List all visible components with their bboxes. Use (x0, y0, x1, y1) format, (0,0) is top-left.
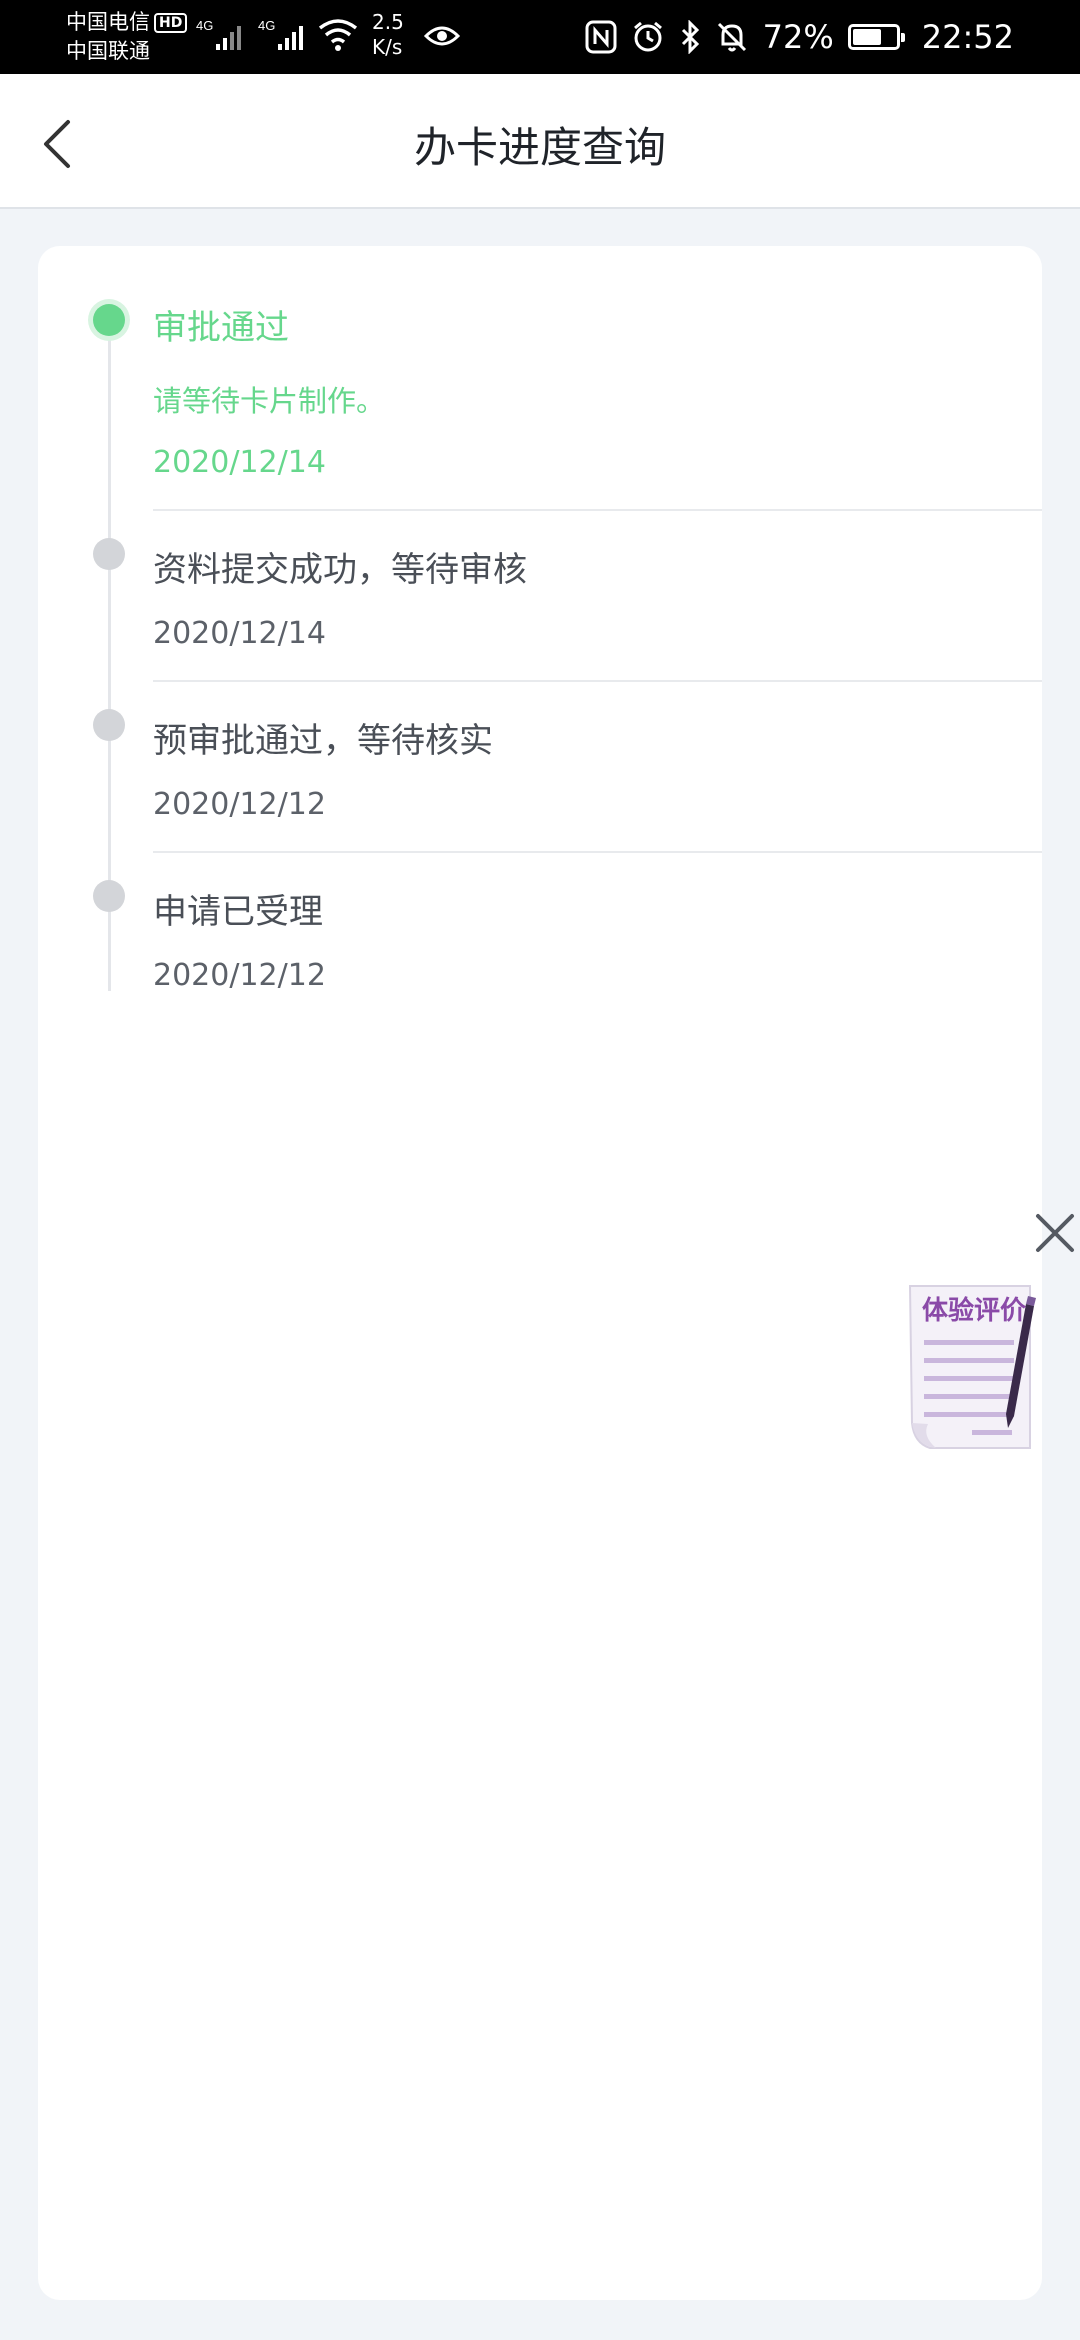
timeline-dot-active (93, 304, 125, 336)
signal-icon: 4G (258, 18, 303, 50)
step-title: 预审批通过，等待核实 (153, 721, 493, 761)
step-title: 资料提交成功，等待审核 (153, 550, 527, 590)
wifi-icon (318, 19, 358, 51)
hd-badge: HD (154, 13, 188, 33)
step-title: 审批通过 (153, 308, 289, 348)
signal-icon: 4G (196, 18, 241, 50)
step-date: 2020/12/12 (153, 958, 326, 993)
step-date: 2020/12/12 (153, 787, 326, 822)
timeline-dot (93, 709, 125, 741)
timeline-dot (93, 880, 125, 912)
svg-text:4G: 4G (196, 18, 213, 33)
bluetooth-icon (681, 20, 699, 54)
status-bar: 中国电信 HD 中国联通 4G 4G 2.5 K/s 72% 22:52 (0, 0, 1080, 74)
feedback-label: 体验评价 (922, 1296, 1027, 1326)
timeline-dot (93, 538, 125, 570)
carrier-1: 中国电信 (66, 10, 150, 34)
progress-card: 审批通过 请等待卡片制作。 2020/12/14 资料提交成功，等待审核 202… (38, 246, 1042, 2300)
eye-icon (424, 26, 460, 46)
step-subtitle: 请等待卡片制作。 (153, 384, 386, 418)
feedback-widget[interactable]: 体验评价 (902, 1278, 1042, 1458)
step-date: 2020/12/14 (153, 445, 326, 480)
status-right-group: 72% 22:52 (585, 0, 1014, 74)
network-speed: 2.5 K/s (372, 10, 404, 59)
svg-text:4G: 4G (258, 18, 275, 33)
step-title: 申请已受理 (153, 892, 323, 932)
carrier-labels: 中国电信 HD 中国联通 (66, 8, 188, 66)
alarm-icon (633, 21, 662, 52)
mute-bell-icon (717, 22, 746, 52)
divider (153, 509, 1042, 511)
nav-header: 办卡进度查询 (0, 74, 1080, 209)
nfc-icon (585, 20, 617, 54)
carrier-2: 中国联通 (66, 39, 150, 63)
divider (153, 680, 1042, 682)
battery-percent: 72% (762, 18, 834, 56)
close-icon (1036, 1214, 1074, 1252)
clock-time: 22:52 (921, 18, 1014, 56)
page-title: 办卡进度查询 (413, 123, 666, 172)
step-date: 2020/12/14 (153, 616, 326, 651)
divider (153, 851, 1042, 853)
close-feedback-button[interactable] (1032, 1210, 1078, 1256)
battery-icon (847, 24, 905, 50)
